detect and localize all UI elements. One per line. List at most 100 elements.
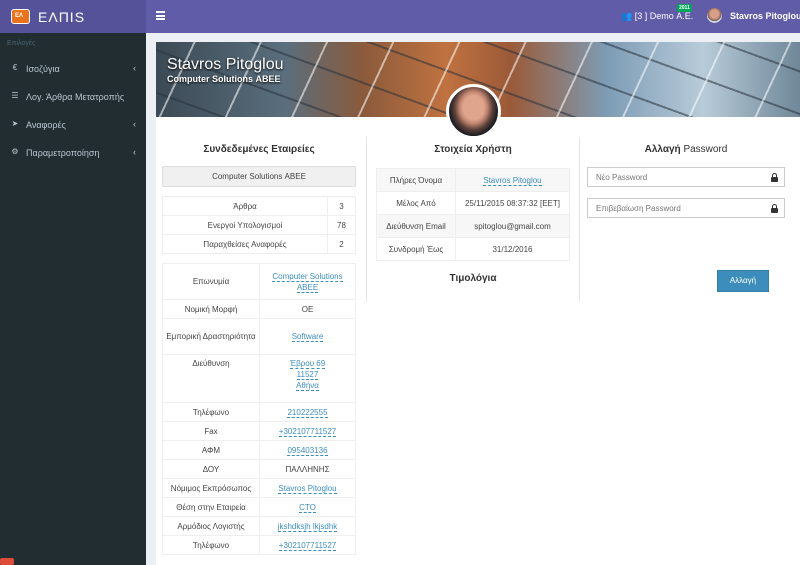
user-details-table: Πλήρες Όνομα Stavros Pitoglou Μέλος Από … [376, 168, 570, 261]
detail-value: Computer Solutions ΑΒΕΕ [259, 263, 356, 300]
table-row: Fax +302107711527 [162, 421, 356, 441]
stat-label: Ενεργοί Υπολογισμοί [162, 215, 328, 235]
company-name-link[interactable]: Computer Solutions ΑΒΕΕ [272, 271, 343, 293]
user-details-column: Στοιχεία Χρήστη Πλήρες Όνομα Stavros Pit… [376, 142, 570, 287]
new-password-field[interactable]: Νέο Password [587, 167, 785, 187]
table-row: ΑΦΜ 095403136 [162, 440, 356, 460]
detail-value: ΟΕ [259, 299, 356, 319]
table-row: Άρθρα 3 [162, 196, 356, 216]
table-row: Νόμιμος Εκπρόσωπος Stavros Pitoglou [162, 478, 356, 498]
detail-label: Επωνυμία [162, 263, 260, 300]
sidebar: Επιλογές € Ισοζύγια ‹ ☰ Λογ. Άρθρα Μετατ… [0, 33, 146, 565]
detail-label: Μέλος Από [376, 191, 456, 215]
change-password-title: Αλλαγή Password [587, 142, 785, 158]
change-password-column: Αλλαγή Password Νέο Password Επιβεβαίωση… [587, 142, 785, 292]
banner-user-name: Stavros Pitoglou [167, 56, 284, 73]
accountant-phone-link[interactable]: +302107711527 [278, 540, 337, 551]
chevron-left-icon: ‹ [133, 63, 136, 73]
table-row: Ενεργοί Υπολογισμοί 78 [162, 215, 356, 235]
table-row: Επωνυμία Computer Solutions ΑΒΕΕ [162, 263, 356, 300]
detail-label: Διεύθυνση Email [376, 214, 456, 238]
detail-label: Fax [162, 421, 260, 441]
company-details-table: Επωνυμία Computer Solutions ΑΒΕΕ Νομική … [162, 263, 356, 555]
company-stats-table: Άρθρα 3 Ενεργοί Υπολογισμοί 78 Παραχθείσ… [162, 196, 356, 254]
notification-tab[interactable] [0, 558, 14, 565]
detail-label: ΔΟΥ [162, 459, 260, 479]
address-city-link[interactable]: Αθήνα [296, 381, 319, 391]
detail-label: ΑΦΜ [162, 440, 260, 460]
confirm-password-placeholder: Επιβεβαίωση Password [596, 204, 681, 213]
representative-link[interactable]: Stavros Pitoglou [278, 483, 337, 494]
detail-label: Νομική Μορφή [162, 299, 260, 319]
user-details-title: Στοιχεία Χρήστη [434, 144, 512, 155]
change-password-button[interactable]: Αλλαγή [717, 270, 769, 292]
logo-text: ΕΛΠΙS [38, 9, 86, 25]
column-divider [579, 137, 580, 302]
sidebar-item-settings[interactable]: ⚙ Παραμετροποίηση ‹ [0, 140, 146, 168]
stat-value: 78 [327, 215, 356, 235]
list-icon: ☰ [11, 91, 19, 100]
activity-link[interactable]: Software [291, 332, 324, 342]
sidebar-item-label: Αναφορές [26, 120, 66, 130]
stat-label: Παραχθείσες Αναφορές [162, 234, 328, 254]
stat-value: 3 [327, 196, 356, 216]
detail-label: Πλήρες Όνομα [376, 168, 456, 192]
table-row: Εμπορική Δραστηριότητα Software [162, 318, 356, 355]
position-link[interactable]: CTO [299, 502, 316, 513]
detail-label: Διεύθυνση [162, 354, 260, 403]
cogs-icon: ⚙ [11, 147, 19, 156]
change-password-title-rest: Password [683, 144, 728, 155]
detail-value: jkshdksjh lkjsdhk [259, 516, 356, 536]
table-row: Συνδρομή Έως 31/12/2016 [376, 237, 570, 261]
company-selector-label: [3 ] Demo Α.Ε. [634, 11, 694, 21]
address-street-link[interactable]: Έβρου 69 [289, 359, 326, 369]
chevron-left-icon: ‹ [133, 119, 136, 129]
afm-link[interactable]: 095403136 [287, 445, 328, 456]
sidebar-item-reports[interactable]: ➤ Αναφορές ‹ [0, 112, 146, 140]
detail-label: Νόμιμος Εκπρόσωπος [162, 478, 260, 498]
detail-value: Software [259, 318, 356, 355]
table-row: Πλήρες Όνομα Stavros Pitoglou [376, 168, 570, 192]
detail-label: Τηλέφωνο [162, 402, 260, 422]
sidebar-item-conversion-entries[interactable]: ☰ Λογ. Άρθρα Μετατροπής [0, 84, 146, 112]
accountant-link[interactable]: jkshdksjh lkjsdhk [277, 521, 338, 532]
sidebar-item-label: Παραμετροποίηση [26, 148, 100, 158]
chevron-left-icon: ‹ [133, 147, 136, 157]
detail-label: Θέση στην Εταιρεία [162, 497, 260, 517]
detail-value: ΠΑΛΛΗΝΗΣ [259, 459, 356, 479]
profile-photo [446, 84, 501, 139]
stat-label: Άρθρα [162, 196, 328, 216]
connected-companies-title: Συνδεδεμένες Εταιρείες [203, 144, 315, 155]
confirm-password-field[interactable]: Επιβεβαίωση Password [587, 198, 785, 218]
detail-label: Αρμόδιος Λογιστής [162, 516, 260, 536]
table-row: Τηλέφωνο 210222555 [162, 402, 356, 422]
detail-label: Τηλέφωνο [162, 535, 260, 555]
users-icon: 👥 [621, 11, 633, 21]
change-password-title-bold: Αλλαγή [644, 144, 681, 155]
banner-company-name: Computer Solutions ΑΒΕΕ [167, 74, 281, 84]
detail-value: Έβρου 69 11527 Αθήνα [259, 354, 356, 403]
company-selector[interactable]: 👥 [3 ] Demo Α.Ε. [621, 11, 693, 22]
table-row: Αρμόδιος Λογιστής jkshdksjh lkjsdhk [162, 516, 356, 536]
phone-link[interactable]: 210222555 [287, 407, 328, 418]
table-row: Θέση στην Εταιρεία CTO [162, 497, 356, 517]
address-zip-link[interactable]: 11527 [296, 370, 319, 380]
sidebar-item-label: Ισοζύγια [26, 64, 60, 74]
column-divider [366, 137, 367, 302]
detail-label: Συνδρομή Έως [376, 237, 456, 261]
table-row: Παραχθείσες Αναφορές 2 [162, 234, 356, 254]
full-name-link[interactable]: Stavros Pitoglou [483, 175, 542, 186]
table-row: Μέλος Από 25/11/2015 08:37:32 [EET] [376, 191, 570, 215]
detail-value: 31/12/2016 [455, 237, 570, 261]
detail-value: Stavros Pitoglou [455, 168, 570, 192]
detail-value: Stavros Pitoglou [259, 478, 356, 498]
sidebar-item-balances[interactable]: € Ισοζύγια ‹ [0, 56, 146, 84]
table-row: Νομική Μορφή ΟΕ [162, 299, 356, 319]
logo-badge-icon: ΕΛ [11, 9, 30, 24]
fax-link[interactable]: +302107711527 [278, 426, 337, 437]
logo[interactable]: ΕΛ ΕΛΠΙS [0, 0, 146, 33]
top-navbar: ΕΛ ΕΛΠΙS 👥 [3 ] Demo Α.Ε. 2011 Stavros P… [0, 0, 800, 33]
company-button[interactable]: Computer Solutions ΑΒΕΕ [162, 166, 356, 187]
table-row: Διεύθυνση Έβρου 69 11527 Αθήνα [162, 354, 356, 403]
hamburger-icon[interactable] [156, 11, 165, 20]
